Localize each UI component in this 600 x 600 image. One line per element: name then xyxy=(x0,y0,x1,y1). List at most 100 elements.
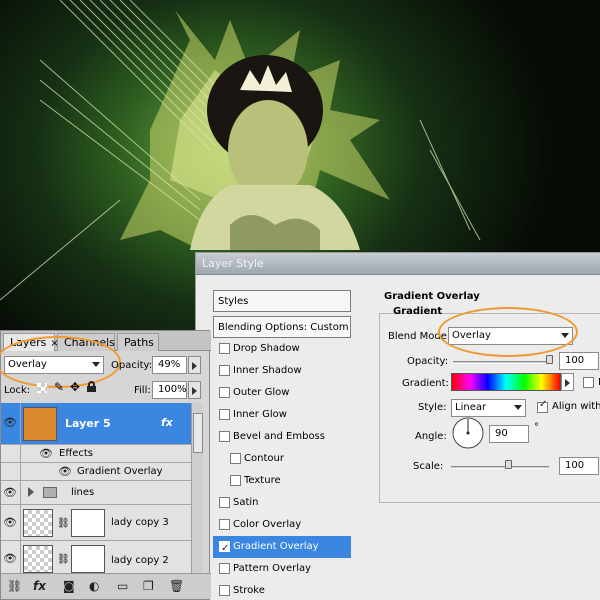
eye-icon[interactable]: 👁 xyxy=(58,465,72,478)
scale-slider-track[interactable] xyxy=(451,466,549,469)
blend-mode-highlight xyxy=(438,307,578,357)
layer-opacity-slider-button[interactable] xyxy=(188,356,201,374)
style-item-gradient-overlay[interactable]: Gradient Overlay xyxy=(213,536,351,560)
style-item-bevel-and-emboss[interactable]: Bevel and Emboss xyxy=(213,426,351,448)
fill-slider-button[interactable] xyxy=(188,381,201,399)
style-item-inner-glow[interactable]: Inner Glow xyxy=(213,404,351,426)
chain-link-icon[interactable]: ⛓ xyxy=(57,518,70,529)
blending-options-item[interactable]: Blending Options: Custom xyxy=(213,316,351,338)
layer-blend-mode-value: Overlay xyxy=(8,359,47,370)
dialog-titlebar[interactable]: Layer Style xyxy=(196,253,600,275)
lock-move-icon[interactable]: ✥ xyxy=(70,380,80,394)
style-item-label: Texture xyxy=(244,475,281,486)
style-label: Style: xyxy=(418,402,447,413)
angle-input[interactable]: 90 xyxy=(489,425,529,443)
opacity-slider-track[interactable] xyxy=(453,361,549,364)
layer-effect-gradient-row[interactable]: 👁 Gradient Overlay xyxy=(1,463,191,481)
layer-style-dialog: Layer Style Styles Blending Options: Cus… xyxy=(195,252,600,600)
angle-dial[interactable] xyxy=(451,416,485,450)
style-item-color-overlay[interactable]: Color Overlay xyxy=(213,514,351,536)
lock-transparent-icon[interactable] xyxy=(37,383,47,393)
opacity-label: Opacity: xyxy=(407,356,449,367)
style-item-label: Gradient Overlay xyxy=(233,541,319,552)
folder-icon[interactable]: ▭ xyxy=(117,579,128,593)
style-dropdown[interactable]: Linear xyxy=(451,399,526,417)
style-item-label: Bevel and Emboss xyxy=(233,431,325,442)
style-checkbox[interactable] xyxy=(219,365,230,376)
style-checkbox[interactable] xyxy=(219,519,230,530)
style-item-label: Inner Shadow xyxy=(233,365,302,376)
style-item-label: Satin xyxy=(233,497,259,508)
fx-icon[interactable]: fx xyxy=(161,416,173,429)
layer-group-lines[interactable]: 👁 lines xyxy=(1,481,191,505)
style-item-satin[interactable]: Satin xyxy=(213,492,351,514)
style-checkbox[interactable] xyxy=(219,387,230,398)
opacity-slider-thumb[interactable] xyxy=(546,355,553,364)
layers-scrollbar[interactable] xyxy=(191,403,203,573)
style-item-label: Stroke xyxy=(233,585,265,596)
scrollbar-thumb[interactable] xyxy=(193,413,203,453)
scale-slider-thumb[interactable] xyxy=(505,460,512,469)
layer-row-lady-copy-3[interactable]: 👁 ⛓ lady copy 3 xyxy=(1,505,191,541)
scale-label: Scale: xyxy=(413,461,444,472)
link-icon[interactable]: ⛓ xyxy=(7,579,22,593)
eye-icon[interactable]: 👁 xyxy=(3,552,17,565)
layer-blend-mode-dropdown[interactable]: Overlay xyxy=(4,356,104,374)
style-checkbox[interactable] xyxy=(219,497,230,508)
style-checkbox[interactable] xyxy=(230,475,241,486)
gradient-dropdown-button[interactable] xyxy=(561,373,574,391)
style-item-outer-glow[interactable]: Outer Glow xyxy=(213,382,351,404)
style-item-stroke[interactable]: Stroke xyxy=(213,580,351,600)
fx-icon[interactable]: fx xyxy=(33,579,46,593)
fill-label: Fill: xyxy=(134,385,151,396)
style-item-pattern-overlay[interactable]: Pattern Overlay xyxy=(213,558,351,580)
style-item-inner-shadow[interactable]: Inner Shadow xyxy=(213,360,351,382)
layer-name: lady copy 3 xyxy=(111,517,169,528)
style-checkbox[interactable] xyxy=(219,343,230,354)
reverse-checkbox[interactable] xyxy=(583,377,594,388)
style-item-label: Drop Shadow xyxy=(233,343,300,354)
align-with-layer-checkbox[interactable] xyxy=(537,399,548,413)
gradient-picker[interactable] xyxy=(451,373,561,391)
trash-icon[interactable]: 🗑 xyxy=(169,579,184,593)
layer-row-lady-copy-2[interactable]: 👁 ⛓ lady copy 2 xyxy=(1,541,191,575)
expand-triangle-icon[interactable] xyxy=(28,487,34,497)
chain-link-icon[interactable]: ⛓ xyxy=(57,554,70,565)
eye-icon[interactable]: 👁 xyxy=(3,486,17,499)
style-checkbox[interactable] xyxy=(219,431,230,442)
effect-name: Gradient Overlay xyxy=(77,466,163,477)
style-item-label: Inner Glow xyxy=(233,409,287,420)
opacity-input[interactable]: 100 xyxy=(559,352,599,370)
lock-all-icon[interactable] xyxy=(87,381,96,392)
layer-mask-thumbnail xyxy=(71,509,105,537)
layer-opacity-input[interactable]: 49% xyxy=(152,356,187,374)
layer-mask-thumbnail xyxy=(71,545,105,573)
layer-effects-row[interactable]: 👁 Effects xyxy=(1,445,191,463)
style-item-contour[interactable]: Contour xyxy=(213,448,351,470)
style-checkbox[interactable] xyxy=(219,563,230,574)
layer-name: lady copy 2 xyxy=(111,555,169,566)
adjustment-icon[interactable]: ◐ xyxy=(89,579,99,593)
fill-input[interactable]: 100% xyxy=(152,381,187,399)
style-checkbox[interactable] xyxy=(230,453,241,464)
angle-unit: ° xyxy=(534,422,539,433)
layer-thumbnail xyxy=(23,545,53,573)
style-item-label: Outer Glow xyxy=(233,387,290,398)
eye-icon[interactable]: 👁 xyxy=(3,516,17,529)
style-checkbox[interactable] xyxy=(219,409,230,420)
layer-thumbnail xyxy=(23,509,53,537)
scale-input[interactable]: 100 xyxy=(559,457,599,475)
tab-paths[interactable]: Paths xyxy=(117,333,159,351)
new-layer-icon[interactable]: ❐ xyxy=(143,579,154,593)
eye-icon[interactable]: 👁 xyxy=(3,416,17,429)
folder-icon xyxy=(43,487,57,498)
style-item-drop-shadow[interactable]: Drop Shadow xyxy=(213,338,351,360)
eye-icon[interactable]: 👁 xyxy=(39,447,53,460)
style-checkbox[interactable] xyxy=(219,585,230,596)
style-checkbox[interactable] xyxy=(219,538,230,560)
layer-row-layer5[interactable]: 👁 Layer 5 fx xyxy=(1,403,191,445)
style-item-texture[interactable]: Texture xyxy=(213,470,351,492)
mask-icon[interactable]: ◙ xyxy=(63,579,75,593)
lock-brush-icon[interactable]: ✎ xyxy=(54,380,64,394)
styles-header[interactable]: Styles xyxy=(213,290,351,312)
